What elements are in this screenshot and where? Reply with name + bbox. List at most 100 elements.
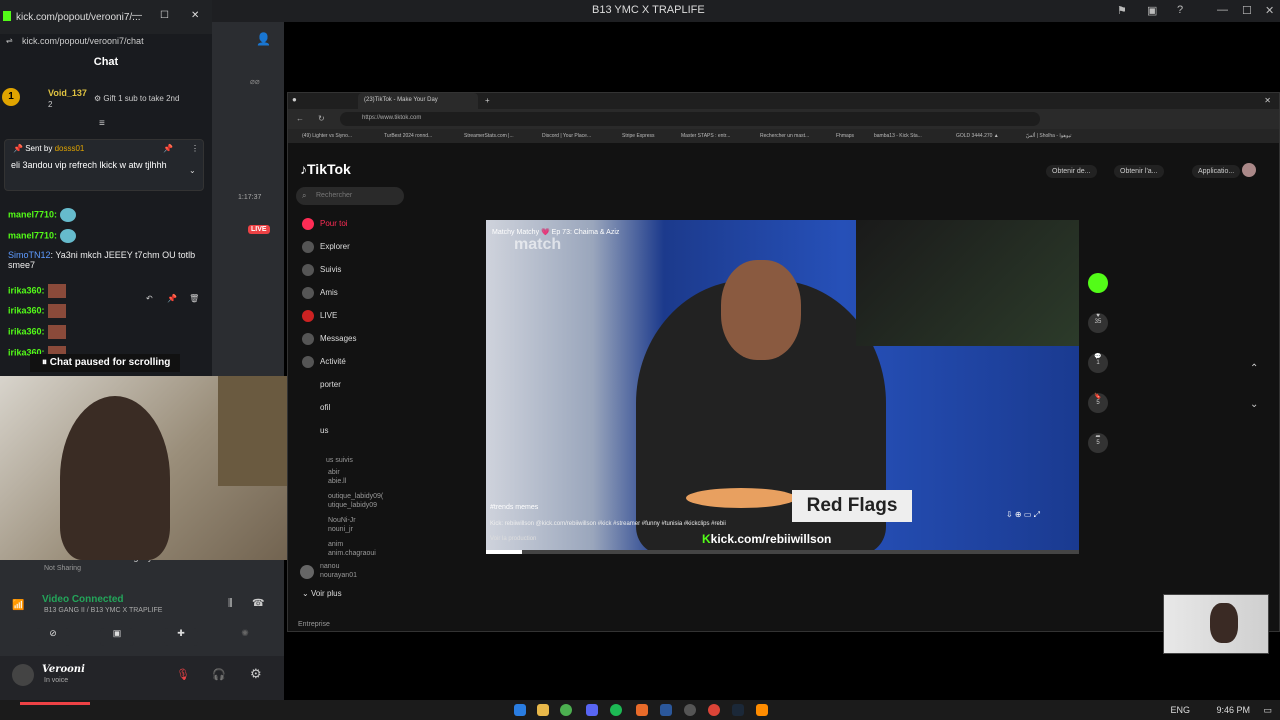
reload-icon[interactable]: ↻ — [318, 114, 325, 123]
search-app-icon[interactable] — [636, 704, 648, 716]
picture-in-picture[interactable] — [1163, 594, 1269, 654]
chevron-down-icon[interactable]: ⌄ — [1250, 399, 1258, 410]
avatar[interactable] — [12, 664, 34, 686]
kick-icon[interactable] — [1088, 273, 1108, 293]
more-icon[interactable]: ⋮ — [191, 144, 199, 153]
bookmark-item[interactable]: TurBest 2024 ronnd... — [384, 133, 432, 139]
browser-icon[interactable] — [708, 704, 720, 716]
message-user[interactable]: manel7710: — [8, 209, 57, 219]
discord-icon[interactable] — [586, 704, 598, 716]
bookmark-button[interactable]: 🔖 5 — [1088, 393, 1108, 413]
message-user[interactable]: irika360: — [8, 326, 45, 336]
bookmark-item[interactable]: Stripe Express — [622, 133, 655, 139]
like-button[interactable]: ♥ 35 — [1088, 313, 1108, 333]
chat-paused-banner[interactable]: ⏸ Chat paused for scrolling — [30, 354, 180, 372]
profile-icon[interactable]: ● — [292, 95, 297, 104]
nav-friends[interactable]: Amis — [302, 287, 338, 299]
get-coins-button[interactable]: Obtenir de... — [1046, 165, 1097, 178]
video-player[interactable]: Matchy Matchy 💗 Ep 73: Chaima & Aziz mat… — [486, 220, 1079, 554]
steam-icon[interactable] — [732, 704, 744, 716]
minimize-button[interactable]: — — [1217, 4, 1228, 16]
reply-icon[interactable]: ↶ — [146, 294, 153, 303]
tab-tiktok[interactable]: (23)TikTok - Make Your Day — [358, 93, 478, 109]
inbox-icon[interactable]: ⚑ — [1117, 4, 1127, 17]
chrome-icon[interactable] — [560, 704, 572, 716]
bookmark-item[interactable]: bamba13 - Kick Sta... — [874, 133, 922, 139]
maximize-button[interactable]: ☐ — [1242, 4, 1252, 17]
see-more-link[interactable]: ⌄ Voir plus — [302, 589, 342, 598]
close-button[interactable]: ✕ — [1264, 96, 1271, 105]
maximize-button[interactable]: ☐ — [160, 10, 169, 21]
nav-activity[interactable]: Activité — [302, 356, 346, 368]
voice-channel[interactable]: B13 GANG II / B13 YMC X TRAPLIFE — [44, 607, 162, 614]
edge-icon[interactable] — [514, 704, 526, 716]
video-controls[interactable]: ⇩ ⊕ ▭ ⤢ — [1006, 510, 1040, 520]
deafen-icon[interactable]: 🎧 — [212, 668, 226, 681]
message-user[interactable]: irika360: — [8, 285, 45, 295]
disconnect-icon[interactable]: ☎ — [252, 598, 264, 609]
back-icon[interactable]: ← — [296, 114, 304, 123]
bookmark-item[interactable]: ألسّ | Sholha - تيوهوا — [1026, 133, 1071, 139]
nav-explore[interactable]: Explorer — [302, 241, 350, 253]
notification-icon[interactable]: ▭ — [1263, 705, 1272, 716]
signal-icon[interactable]: 📶 — [12, 600, 24, 611]
pin-message-icon[interactable]: 📌 — [167, 294, 177, 303]
bookmark-item[interactable]: Rechercher un mast... — [760, 133, 809, 139]
following-account[interactable]: anim — [328, 541, 343, 548]
help-icon[interactable]: ? — [1177, 4, 1183, 16]
chevron-up-icon[interactable]: ⌃ — [1250, 363, 1258, 374]
message-user[interactable]: irika360: — [8, 305, 45, 315]
store-icon[interactable] — [660, 704, 672, 716]
video-hashtags[interactable]: Kick: rebiiwillson @kick.com/rebiiwillso… — [490, 521, 726, 527]
add-friend-icon[interactable]: 👤 — [256, 32, 271, 46]
soundboard-button[interactable]: ✺ — [228, 628, 262, 646]
video-tags[interactable]: #trends memes — [490, 504, 538, 511]
avatar[interactable] — [1242, 163, 1256, 177]
url-input[interactable]: https://www.tiktok.com — [340, 112, 1040, 126]
nav-for-you[interactable]: Pour toi — [302, 218, 348, 230]
bookmark-item[interactable]: GOLD 3444.270 ▲ — [956, 133, 999, 139]
following-account[interactable]: nanou — [320, 563, 339, 570]
following-account[interactable]: outique_labidy09( — [328, 493, 383, 500]
nav-following[interactable]: Suivis — [302, 264, 341, 276]
language-indicator[interactable]: ENG — [1170, 705, 1190, 715]
search-input[interactable]: Rechercher — [296, 187, 404, 205]
voice-status[interactable]: Video Connected — [42, 594, 124, 605]
close-button[interactable]: ✕ — [1265, 4, 1274, 17]
avatar[interactable] — [300, 565, 314, 579]
spotify-icon[interactable] — [610, 704, 622, 716]
nav-more[interactable]: us — [302, 425, 328, 437]
following-account[interactable]: abir — [328, 469, 340, 476]
pin-icon[interactable]: 📌 — [163, 144, 173, 153]
message-user[interactable]: manel7710: — [8, 230, 57, 240]
camera-off-button[interactable]: ⊘ — [36, 628, 70, 646]
enterprise-link[interactable]: Entreprise — [298, 621, 330, 628]
address-bar[interactable]: ⇌ kick.com/popout/verooni7/chat — [0, 36, 212, 52]
bookmark-item[interactable]: Fhmaps — [836, 133, 854, 139]
screen-share-button[interactable]: ▣ — [100, 628, 134, 646]
activities-button[interactable]: ✚ — [164, 628, 198, 646]
comment-button[interactable]: 💬 1 — [1088, 353, 1108, 373]
gear-icon[interactable]: ⚙ — [250, 666, 262, 682]
applications-button[interactable]: Applicatio... — [1192, 165, 1241, 178]
get-app-button[interactable]: Obtenir l'a... — [1114, 165, 1164, 178]
bookmark-item[interactable]: StreamerStats.com |... — [464, 133, 514, 139]
site-info-icon[interactable]: ⇌ — [6, 36, 13, 45]
share-button[interactable]: ➦ 5 — [1088, 433, 1108, 453]
message-user[interactable]: SimoTN12 — [8, 250, 51, 260]
bookmark-item[interactable]: Master STAPS : entr... — [681, 133, 730, 139]
nav-profile[interactable]: ofil — [302, 402, 330, 414]
new-tab-button[interactable]: + — [485, 96, 490, 105]
delete-icon[interactable]: 🗑 — [189, 294, 199, 303]
bookmark-item[interactable]: Discord | Your Place... — [542, 133, 591, 139]
bookmark-item[interactable]: (49) Lighter vs Siyno... — [302, 133, 352, 139]
folder-icon[interactable] — [537, 704, 549, 716]
close-button[interactable]: ✕ — [191, 10, 199, 21]
collapse-icon[interactable]: ≡ — [99, 118, 105, 129]
app-icon[interactable] — [756, 704, 768, 716]
following-account[interactable]: NouNi-Jr — [328, 517, 356, 524]
notifications-icon[interactable]: ▣ — [1147, 4, 1157, 17]
production-link[interactable]: Voir la production — [490, 536, 536, 542]
username[interactable]: Verooni — [42, 664, 85, 675]
nav-live[interactable]: LIVE — [302, 310, 337, 322]
